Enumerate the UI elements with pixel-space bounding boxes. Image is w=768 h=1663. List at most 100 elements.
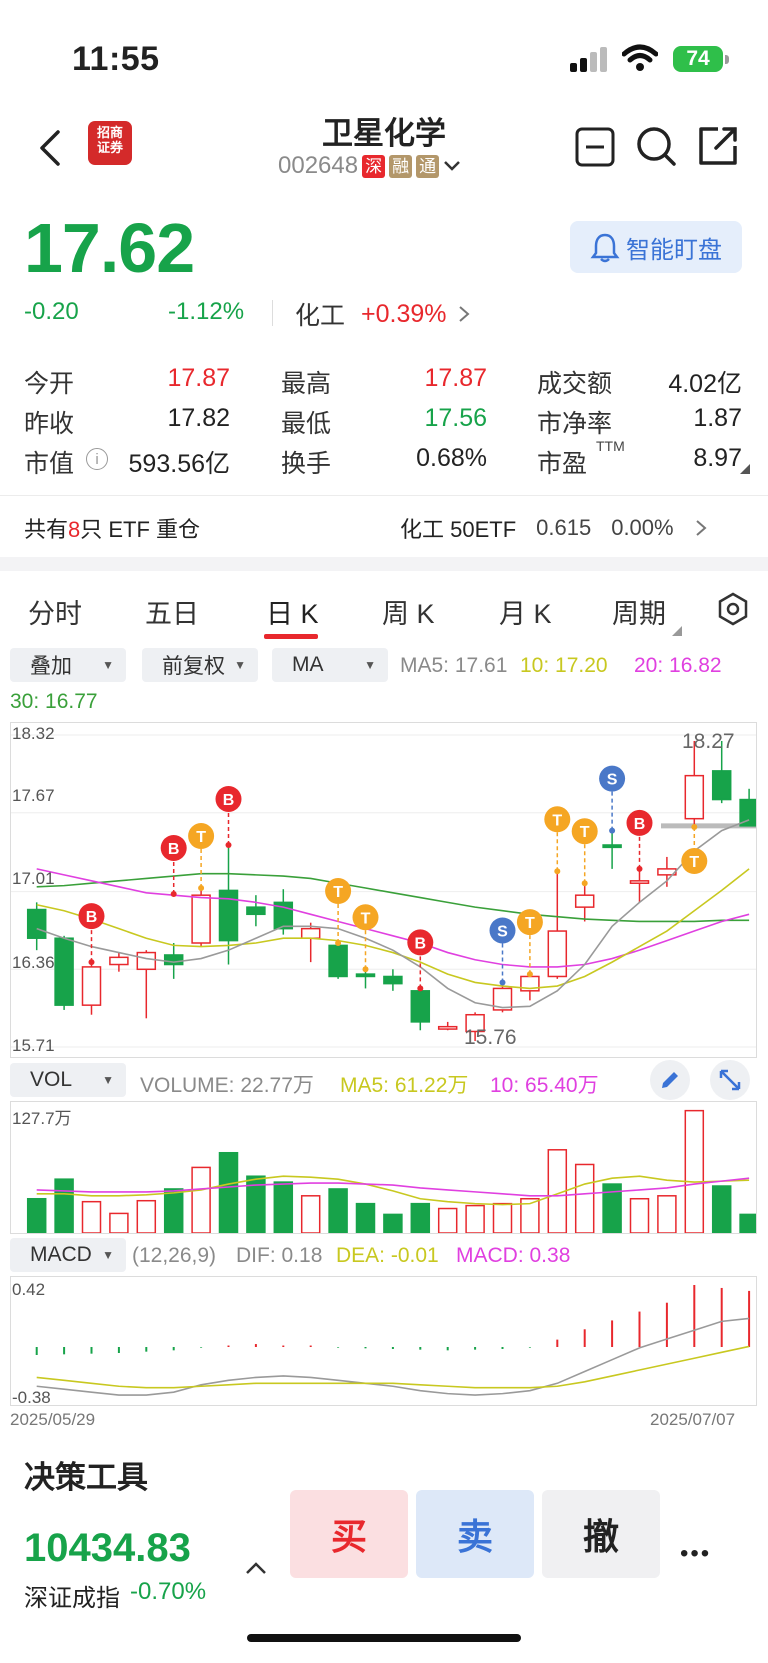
volume-bar: [711, 1185, 732, 1233]
price-change-pct: -1.12%: [168, 298, 245, 325]
macd-chart[interactable]: [10, 1276, 757, 1406]
stat-label: 最高: [281, 370, 332, 398]
share-icon[interactable]: [696, 124, 740, 168]
dropdown-arrow-icon: ▼: [102, 658, 114, 672]
badge-tong: 通: [416, 154, 440, 178]
stat-value: 17.87: [167, 364, 230, 392]
adjust-dropdown[interactable]: 前复权 ▼: [142, 648, 258, 682]
stat-label: 昨收: [24, 410, 75, 438]
sector-link[interactable]: 化工 +0.39%: [295, 296, 471, 332]
candle-body: [54, 937, 74, 1006]
marker-dot: [335, 940, 342, 946]
tab-monthly-k[interactable]: 月 K: [499, 592, 552, 631]
ma20-info: 20: 16.82: [634, 654, 722, 677]
marker-dot: [88, 959, 95, 966]
chevron-up-icon[interactable]: [244, 1560, 268, 1576]
candle-body: [711, 770, 732, 801]
signal-marker-label: B: [86, 909, 98, 926]
volume-axis-top: 127.7万: [12, 1109, 72, 1128]
volume-bar: [136, 1199, 157, 1233]
volume-info: VOLUME: 22.77万: [140, 1074, 314, 1097]
volume-bar: [383, 1213, 403, 1233]
dropdown-arrow-icon: ▼: [102, 1073, 114, 1087]
volume-bar: [109, 1212, 129, 1233]
expand-chart-button[interactable]: [710, 1060, 750, 1100]
etf-row[interactable]: 化工 50ETF 0.615 0.00%: [400, 512, 708, 544]
volume-bar: [574, 1163, 595, 1233]
candle-body: [300, 927, 321, 939]
volume-bar: [191, 1166, 211, 1233]
active-tab-underline: [264, 634, 318, 639]
etf-pct: 0.00%: [611, 515, 674, 540]
marker-dot: [636, 865, 643, 872]
candle-body: [602, 844, 622, 849]
stat-value: 593.56亿: [128, 450, 230, 478]
tab-period[interactable]: 周期: [612, 592, 666, 631]
tab-daily-k[interactable]: 日 K: [266, 592, 319, 631]
volume-bar: [81, 1200, 102, 1233]
minimize-window-icon[interactable]: [574, 126, 616, 168]
macd-axis-bottom: -0.38: [12, 1388, 51, 1407]
marker-dot: [526, 971, 533, 978]
stock-code-row[interactable]: 002648 深 融 通: [278, 152, 461, 180]
etf-name: 化工 50ETF: [400, 517, 517, 542]
stat-label: 成交额: [537, 370, 613, 398]
buy-button[interactable]: 买: [290, 1490, 408, 1578]
home-indicator: [247, 1634, 521, 1642]
kline-chart[interactable]: BBTBTTBS TTTSBT: [10, 722, 757, 1058]
macd-value-info: MACD: 0.38: [456, 1244, 571, 1267]
candle-body: [629, 880, 650, 884]
signal-marker-label: B: [415, 935, 427, 952]
vol-ma5-info: MA5: 61.22万: [340, 1074, 469, 1097]
macd-indicator-dropdown[interactable]: MACD ▼: [10, 1238, 126, 1272]
status-time: 11:55: [72, 40, 160, 78]
stock-code: 002648: [278, 152, 359, 179]
stat-value: 1.87: [693, 404, 742, 432]
marker-dot: [499, 979, 506, 986]
tab-intraday[interactable]: 分时: [28, 592, 82, 631]
search-icon[interactable]: [634, 124, 678, 168]
volume-bar: [163, 1188, 184, 1233]
signal-marker-label: B: [168, 841, 180, 858]
volume-bar: [410, 1202, 431, 1233]
sell-button[interactable]: 卖: [416, 1490, 534, 1578]
tab-weekly-k[interactable]: 周 K: [382, 592, 435, 631]
bell-icon: [590, 233, 620, 263]
smart-watch-label: 智能盯盘: [626, 236, 722, 264]
volume-chart[interactable]: [10, 1101, 757, 1234]
tab-five-day[interactable]: 五日: [145, 592, 199, 631]
end-date: 2025/07/07: [650, 1410, 736, 1429]
indicator-dropdown[interactable]: MA ▼: [272, 648, 388, 682]
signal-marker-label: T: [333, 884, 343, 901]
candle-body: [246, 906, 266, 916]
candle-body: [136, 951, 157, 971]
smart-watch-button[interactable]: 智能盯盘: [570, 221, 742, 273]
dea-line: [36, 1345, 750, 1389]
more-options-icon[interactable]: •••: [680, 1540, 711, 1568]
candle-body: [191, 894, 211, 944]
candle-body: [574, 894, 595, 908]
settings-icon[interactable]: [716, 592, 750, 626]
separator: [0, 495, 768, 496]
etf-holding-text[interactable]: 共有8只 ETF 重仓: [24, 512, 200, 544]
section-divider: [0, 557, 768, 571]
volume-bar: [26, 1197, 47, 1233]
current-price: 17.62: [24, 209, 195, 287]
cancel-order-button[interactable]: 撤: [542, 1490, 660, 1578]
overlay-dropdown[interactable]: 叠加 ▼: [10, 648, 126, 682]
adjust-label: 前复权: [162, 655, 225, 678]
index-value[interactable]: 10434.83: [24, 1526, 191, 1571]
candle-body: [163, 954, 184, 966]
stat-label: 市净率: [537, 410, 613, 438]
candle-body: [410, 990, 431, 1023]
marker-dot: [609, 827, 616, 834]
volume-bar: [684, 1109, 705, 1233]
volume-indicator-dropdown[interactable]: VOL ▼: [10, 1063, 126, 1097]
chevron-down-icon: [444, 161, 460, 171]
badge-shen: 深: [362, 154, 386, 178]
macd-selector-label: MACD: [30, 1243, 92, 1266]
marker-dot: [170, 890, 177, 897]
candle-body: [355, 973, 376, 978]
draw-tool-button[interactable]: [650, 1060, 690, 1100]
info-icon[interactable]: i: [86, 448, 108, 470]
